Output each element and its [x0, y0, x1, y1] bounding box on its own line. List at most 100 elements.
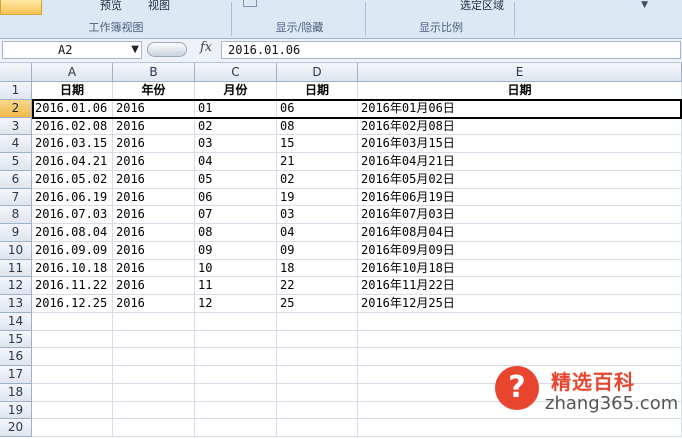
table-cell[interactable]: [195, 312, 277, 331]
header-cell[interactable]: 日期: [358, 82, 682, 100]
column-header-e[interactable]: E: [358, 63, 682, 82]
table-cell[interactable]: 2016.07.03: [32, 206, 113, 224]
table-cell[interactable]: 2016年08月04日: [358, 224, 682, 242]
table-cell[interactable]: 2016年11月22日: [358, 277, 682, 295]
table-cell[interactable]: [32, 401, 113, 420]
table-cell[interactable]: 18: [277, 259, 358, 278]
row-header-20[interactable]: 20: [0, 419, 32, 437]
table-cell[interactable]: [32, 419, 113, 437]
row-header-7[interactable]: 7: [0, 188, 32, 207]
table-cell[interactable]: 2016.01.06: [32, 99, 113, 118]
table-cell[interactable]: [277, 366, 358, 384]
table-cell[interactable]: 2016.08.04: [32, 224, 113, 242]
table-cell[interactable]: [358, 312, 682, 331]
table-cell[interactable]: 2016.06.19: [32, 188, 113, 207]
table-cell[interactable]: [195, 366, 277, 384]
chevron-down-icon[interactable]: ▼: [641, 0, 648, 10]
table-cell[interactable]: 03: [195, 135, 277, 153]
table-cell[interactable]: [113, 312, 195, 331]
table-cell[interactable]: 2016年03月15日: [358, 135, 682, 153]
table-cell[interactable]: [113, 348, 195, 366]
chevron-down-icon[interactable]: ▼: [131, 44, 139, 55]
table-cell[interactable]: 2016年12月25日: [358, 295, 682, 313]
table-cell[interactable]: 08: [195, 224, 277, 242]
table-cell[interactable]: [32, 383, 113, 402]
table-cell[interactable]: 2016年05月02日: [358, 170, 682, 189]
row-header-3[interactable]: 3: [0, 117, 32, 136]
table-cell[interactable]: 06: [195, 188, 277, 207]
row-header-17[interactable]: 17: [0, 366, 32, 384]
table-cell[interactable]: 04: [277, 224, 358, 242]
table-cell[interactable]: 2016: [113, 241, 195, 260]
table-cell[interactable]: [195, 330, 277, 349]
view-button[interactable]: 视图: [148, 0, 170, 13]
column-header-d[interactable]: D: [277, 63, 358, 82]
table-cell[interactable]: 15: [277, 135, 358, 153]
table-cell[interactable]: [32, 330, 113, 349]
table-cell[interactable]: 2016年10月18日: [358, 259, 682, 278]
row-header-9[interactable]: 9: [0, 224, 32, 242]
table-cell[interactable]: 2016: [113, 277, 195, 295]
header-cell[interactable]: 日期: [277, 82, 358, 100]
table-cell[interactable]: 11: [195, 277, 277, 295]
table-cell[interactable]: 06: [277, 99, 358, 118]
row-header-1[interactable]: 1: [0, 82, 32, 100]
header-cell[interactable]: 年份: [113, 82, 195, 100]
table-cell[interactable]: 2016年07月03日: [358, 206, 682, 224]
table-cell[interactable]: 2016: [113, 206, 195, 224]
row-header-11[interactable]: 11: [0, 259, 32, 278]
table-cell[interactable]: [277, 330, 358, 349]
table-cell[interactable]: [277, 348, 358, 366]
checkbox-icon[interactable]: [243, 0, 257, 7]
formula-bar-expander[interactable]: [147, 42, 187, 57]
table-cell[interactable]: [113, 419, 195, 437]
table-cell[interactable]: [195, 348, 277, 366]
insert-function-icon[interactable]: fx: [200, 40, 212, 55]
table-cell[interactable]: 2016.04.21: [32, 153, 113, 171]
row-header-5[interactable]: 5: [0, 153, 32, 171]
table-cell[interactable]: 2016.10.18: [32, 259, 113, 278]
row-header-16[interactable]: 16: [0, 348, 32, 366]
table-cell[interactable]: 2016.12.25: [32, 295, 113, 313]
table-cell[interactable]: 2016: [113, 135, 195, 153]
table-cell[interactable]: 07: [195, 206, 277, 224]
table-cell[interactable]: 22: [277, 277, 358, 295]
row-header-14[interactable]: 14: [0, 312, 32, 331]
column-header-b[interactable]: B: [113, 63, 195, 82]
column-header-c[interactable]: C: [195, 63, 277, 82]
column-header-a[interactable]: A: [32, 63, 113, 82]
table-cell[interactable]: 2016.09.09: [32, 241, 113, 260]
table-cell[interactable]: 2016.03.15: [32, 135, 113, 153]
table-cell[interactable]: 2016: [113, 188, 195, 207]
table-cell[interactable]: 08: [277, 117, 358, 136]
table-cell[interactable]: 2016: [113, 224, 195, 242]
table-cell[interactable]: [32, 312, 113, 331]
row-header-8[interactable]: 8: [0, 206, 32, 224]
table-cell[interactable]: 2016.05.02: [32, 170, 113, 189]
table-cell[interactable]: 2016年01月06日: [358, 99, 682, 118]
preview-button[interactable]: 预览: [100, 0, 122, 13]
table-cell[interactable]: 02: [195, 117, 277, 136]
row-header-19[interactable]: 19: [0, 401, 32, 420]
table-cell[interactable]: 05: [195, 170, 277, 189]
zoom-to-selection-button[interactable]: 选定区域: [460, 0, 504, 13]
table-cell[interactable]: 2016: [113, 117, 195, 136]
table-cell[interactable]: [113, 330, 195, 349]
table-cell[interactable]: [195, 401, 277, 420]
table-cell[interactable]: [32, 366, 113, 384]
row-header-18[interactable]: 18: [0, 383, 32, 402]
table-cell[interactable]: [113, 366, 195, 384]
table-cell[interactable]: 09: [195, 241, 277, 260]
table-cell[interactable]: 10: [195, 259, 277, 278]
table-cell[interactable]: 2016.02.08: [32, 117, 113, 136]
table-cell[interactable]: 04: [195, 153, 277, 171]
row-header-15[interactable]: 15: [0, 330, 32, 349]
formula-input[interactable]: 2016.01.06: [221, 41, 681, 59]
table-cell[interactable]: [277, 419, 358, 437]
table-cell[interactable]: [277, 401, 358, 420]
table-cell[interactable]: 2016年04月21日: [358, 153, 682, 171]
row-header-10[interactable]: 10: [0, 241, 32, 260]
table-cell[interactable]: 25: [277, 295, 358, 313]
name-box[interactable]: A2 ▼: [2, 41, 142, 59]
table-cell[interactable]: 2016年06月19日: [358, 188, 682, 207]
